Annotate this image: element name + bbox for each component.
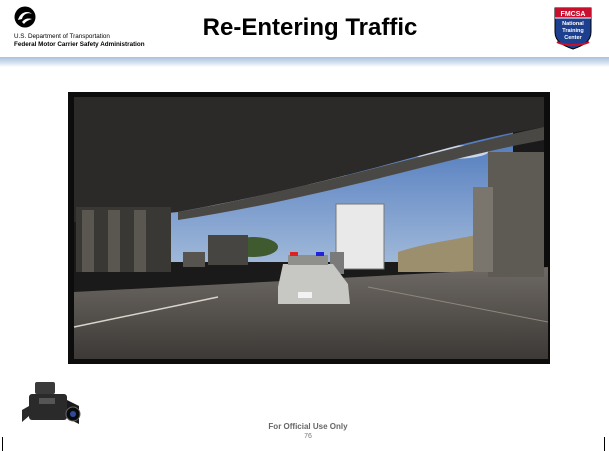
official-use-notice: For Official Use Only <box>268 422 348 431</box>
slide: U.S. Department of Transportation Federa… <box>0 0 609 451</box>
slide-border-right <box>604 437 605 451</box>
badge-top-text: FMCSA <box>561 11 586 18</box>
slide-border-left <box>2 437 3 451</box>
traffic-video-player[interactable] <box>68 92 550 364</box>
slide-title: Re-Entering Traffic <box>202 14 418 41</box>
badge-text-layer: FMCSA National Training Center <box>561 11 586 41</box>
slide-header: U.S. Department of Transportation Federa… <box>0 0 609 57</box>
video-camera-icon[interactable] <box>21 376 83 436</box>
agency-label: Federal Motor Carrier Safety Administrat… <box>14 41 145 48</box>
dept-of-transportation-label: U.S. Department of Transportation <box>14 33 110 40</box>
dot-logo-icon <box>14 6 36 28</box>
badge-middle-text: National <box>562 21 584 27</box>
badge-middle2-text: Training <box>562 28 583 34</box>
badge-bottom-text: Center <box>564 35 582 41</box>
header-divider <box>0 57 609 67</box>
video-frame-scene <box>73 97 549 359</box>
page-number: 76 <box>304 433 312 440</box>
